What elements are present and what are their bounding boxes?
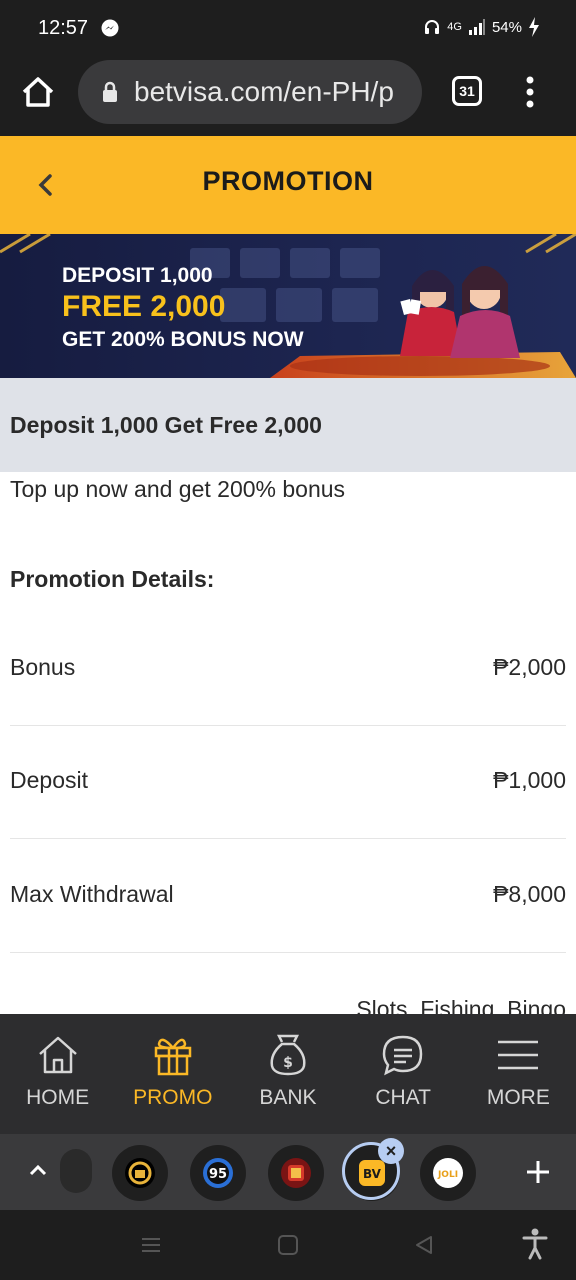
detail-row-bonus: Bonus ₱2,000 bbox=[10, 612, 566, 726]
detail-row-max-withdrawal: Max Withdrawal ₱8,000 bbox=[10, 839, 566, 953]
tab-favicon-1[interactable] bbox=[112, 1145, 168, 1201]
nav-home[interactable]: HOME bbox=[0, 1014, 115, 1134]
back-triangle-icon[interactable] bbox=[413, 1234, 435, 1256]
browser-home-icon[interactable] bbox=[18, 72, 58, 112]
menu-icon bbox=[498, 1040, 539, 1070]
nav-label: MORE bbox=[486, 1086, 550, 1109]
tab-favicon-4[interactable]: JOLI bbox=[420, 1145, 476, 1201]
details-heading: Promotion Details: bbox=[10, 566, 215, 592]
promo-title-bar: Deposit 1,000 Get Free 2,000 bbox=[0, 378, 576, 472]
nav-bank[interactable]: $ BANK bbox=[230, 1014, 345, 1134]
nav-label: HOME bbox=[26, 1086, 90, 1109]
url-text: betvisa.com/en-PH/p bbox=[134, 76, 394, 107]
nav-label: BANK bbox=[259, 1086, 317, 1109]
detail-label: Bonus bbox=[10, 654, 76, 680]
detail-value: ₱8,000 bbox=[493, 881, 566, 907]
home-icon bbox=[38, 1036, 77, 1074]
tab-partial[interactable] bbox=[60, 1149, 92, 1193]
detail-label: Deposit bbox=[10, 767, 88, 793]
messenger-icon bbox=[101, 19, 119, 37]
gift-icon bbox=[154, 1038, 192, 1076]
tab-favicon-3[interactable] bbox=[268, 1145, 324, 1201]
tab-switcher-button[interactable]: 31 bbox=[452, 76, 482, 106]
chevron-up-icon[interactable] bbox=[26, 1158, 50, 1182]
signal-icon bbox=[468, 19, 485, 35]
money-bag-icon: $ bbox=[270, 1034, 306, 1076]
page-header: PROMOTION bbox=[0, 136, 576, 234]
promo-title: Deposit 1,000 Get Free 2,000 bbox=[10, 412, 322, 438]
network-type: 4G bbox=[447, 21, 462, 33]
favicon-icon: JOLI bbox=[433, 1158, 463, 1188]
nav-label: PROMO bbox=[133, 1086, 213, 1109]
detail-value: Slots, Fishing, Bingo bbox=[356, 996, 566, 1014]
accessibility-icon[interactable] bbox=[522, 1228, 548, 1260]
promo-banner[interactable]: DEPOSIT 1,000 FREE 2,000 GET 200% BONUS … bbox=[0, 234, 576, 378]
close-tab-icon[interactable]: × bbox=[378, 1138, 404, 1164]
status-bar: 12:57 4G 54% bbox=[0, 0, 576, 58]
bottom-navigation: HOME PROMO $ BANK CHAT MORE bbox=[0, 1014, 576, 1134]
status-icons: 4G 54% bbox=[423, 17, 540, 37]
recent-apps-icon[interactable] bbox=[140, 1234, 162, 1256]
nav-label: CHAT bbox=[375, 1086, 431, 1109]
detail-row-deposit: Deposit ₱1,000 bbox=[10, 725, 566, 839]
browser-menu-icon[interactable] bbox=[520, 74, 540, 110]
banner-line-2: FREE 2,000 bbox=[62, 290, 226, 323]
battery-percent: 54% bbox=[491, 18, 522, 36]
headset-icon bbox=[425, 20, 440, 34]
nav-chat[interactable]: CHAT bbox=[346, 1014, 461, 1134]
favicon-text: JOLI bbox=[437, 1170, 458, 1180]
favicon-icon: 95 bbox=[203, 1158, 233, 1188]
tab-favicon-2[interactable]: 95 bbox=[190, 1145, 246, 1201]
svg-text:$: $ bbox=[283, 1055, 293, 1071]
banner-line-1: DEPOSIT 1,000 bbox=[62, 264, 213, 287]
detail-label: Max Withdrawal bbox=[10, 881, 174, 907]
nav-promo[interactable]: PROMO bbox=[115, 1014, 230, 1134]
promo-description: Top up now and get 200% bonus bbox=[10, 476, 346, 502]
lock-icon bbox=[103, 81, 117, 102]
favicon-text: 95 bbox=[209, 1167, 227, 1182]
detail-value: ₱2,000 bbox=[493, 654, 566, 680]
battery-charging-icon bbox=[529, 17, 539, 37]
address-bar[interactable]: betvisa.com/en-PH/p bbox=[78, 60, 422, 124]
favicon-icon bbox=[125, 1158, 155, 1188]
system-navigation-bar bbox=[0, 1210, 576, 1280]
new-tab-plus-icon[interactable] bbox=[524, 1158, 552, 1186]
detail-value: ₱1,000 bbox=[493, 767, 566, 793]
browser-toolbar: betvisa.com/en-PH/p 31 bbox=[0, 58, 576, 136]
detail-row-games: Slots, Fishing, Bingo bbox=[10, 992, 566, 1014]
chat-icon bbox=[382, 1035, 423, 1076]
home-square-icon[interactable] bbox=[277, 1234, 299, 1256]
status-time: 12:57 bbox=[38, 17, 89, 39]
page-title: PROMOTION bbox=[202, 166, 374, 196]
favicon-icon bbox=[281, 1158, 311, 1188]
banner-line-3: GET 200% BONUS NOW bbox=[62, 328, 304, 351]
browser-tab-strip: 95 BV × JOLI bbox=[0, 1134, 576, 1210]
nav-more[interactable]: MORE bbox=[461, 1014, 576, 1134]
